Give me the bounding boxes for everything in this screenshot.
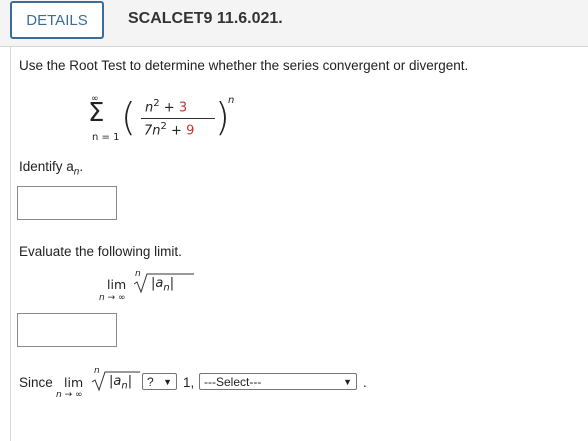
- numerator-exponent: 2: [153, 98, 160, 109]
- sigma-lower-limit: n = 1: [92, 132, 120, 143]
- problem-id: SCALCET9 11.6.021.: [128, 10, 283, 27]
- identify-label: Identify an.: [19, 159, 83, 178]
- identify-text: Identify a: [19, 159, 74, 174]
- denominator-base: 7n: [144, 123, 161, 139]
- left-paren: (: [121, 95, 136, 139]
- sigma-icon: Σ: [88, 98, 105, 128]
- radicand-close: |: [169, 276, 175, 291]
- since-radicand-an: |a: [109, 374, 122, 389]
- denominator-constant: 9: [186, 123, 195, 139]
- comparison-select-value: ?: [147, 374, 154, 389]
- since-lim-under: n → ∞: [56, 390, 83, 400]
- fraction-bar: [141, 118, 215, 119]
- since-radicand: |an|: [109, 374, 132, 392]
- limit-answer-input[interactable]: [17, 313, 117, 347]
- numerator-base: n: [145, 100, 154, 116]
- conclusion-select[interactable]: ---Select--- ▼: [199, 373, 357, 390]
- since-label: Since: [19, 375, 53, 390]
- chevron-down-icon: ▼: [163, 377, 172, 387]
- problem-header: DETAILS SCALCET9 11.6.021.: [0, 0, 588, 47]
- limit-lim: lim: [107, 277, 127, 292]
- instruction-text: Use the Root Test to determine whether t…: [19, 58, 469, 73]
- denominator-exponent: 2: [160, 121, 167, 132]
- limit-radicand: |an|: [151, 276, 174, 294]
- fraction-denominator: 7n2 + 9: [144, 121, 194, 138]
- since-lim: lim: [64, 375, 84, 390]
- limit-under: n → ∞: [99, 293, 126, 303]
- denominator-plus: +: [171, 123, 182, 139]
- evaluate-label: Evaluate the following limit.: [19, 244, 182, 259]
- comparison-select[interactable]: ? ▼: [142, 373, 177, 390]
- problem-body: Use the Root Test to determine whether t…: [10, 47, 587, 441]
- numerator-plus: +: [163, 100, 175, 116]
- an-answer-input[interactable]: [17, 186, 117, 220]
- radicand-an: |a: [151, 276, 164, 291]
- since-radicand-close: |: [127, 374, 133, 389]
- chevron-down-icon: ▼: [343, 377, 352, 387]
- final-period: .: [363, 375, 367, 390]
- numerator-constant: 3: [178, 100, 188, 116]
- identify-period: .: [79, 159, 84, 174]
- outer-exponent: n: [228, 95, 235, 106]
- conclusion-select-value: ---Select---: [204, 374, 262, 389]
- one-comma-text: 1,: [183, 375, 195, 390]
- details-button[interactable]: DETAILS: [10, 1, 104, 39]
- fraction-numerator: n2 + 3: [145, 98, 187, 115]
